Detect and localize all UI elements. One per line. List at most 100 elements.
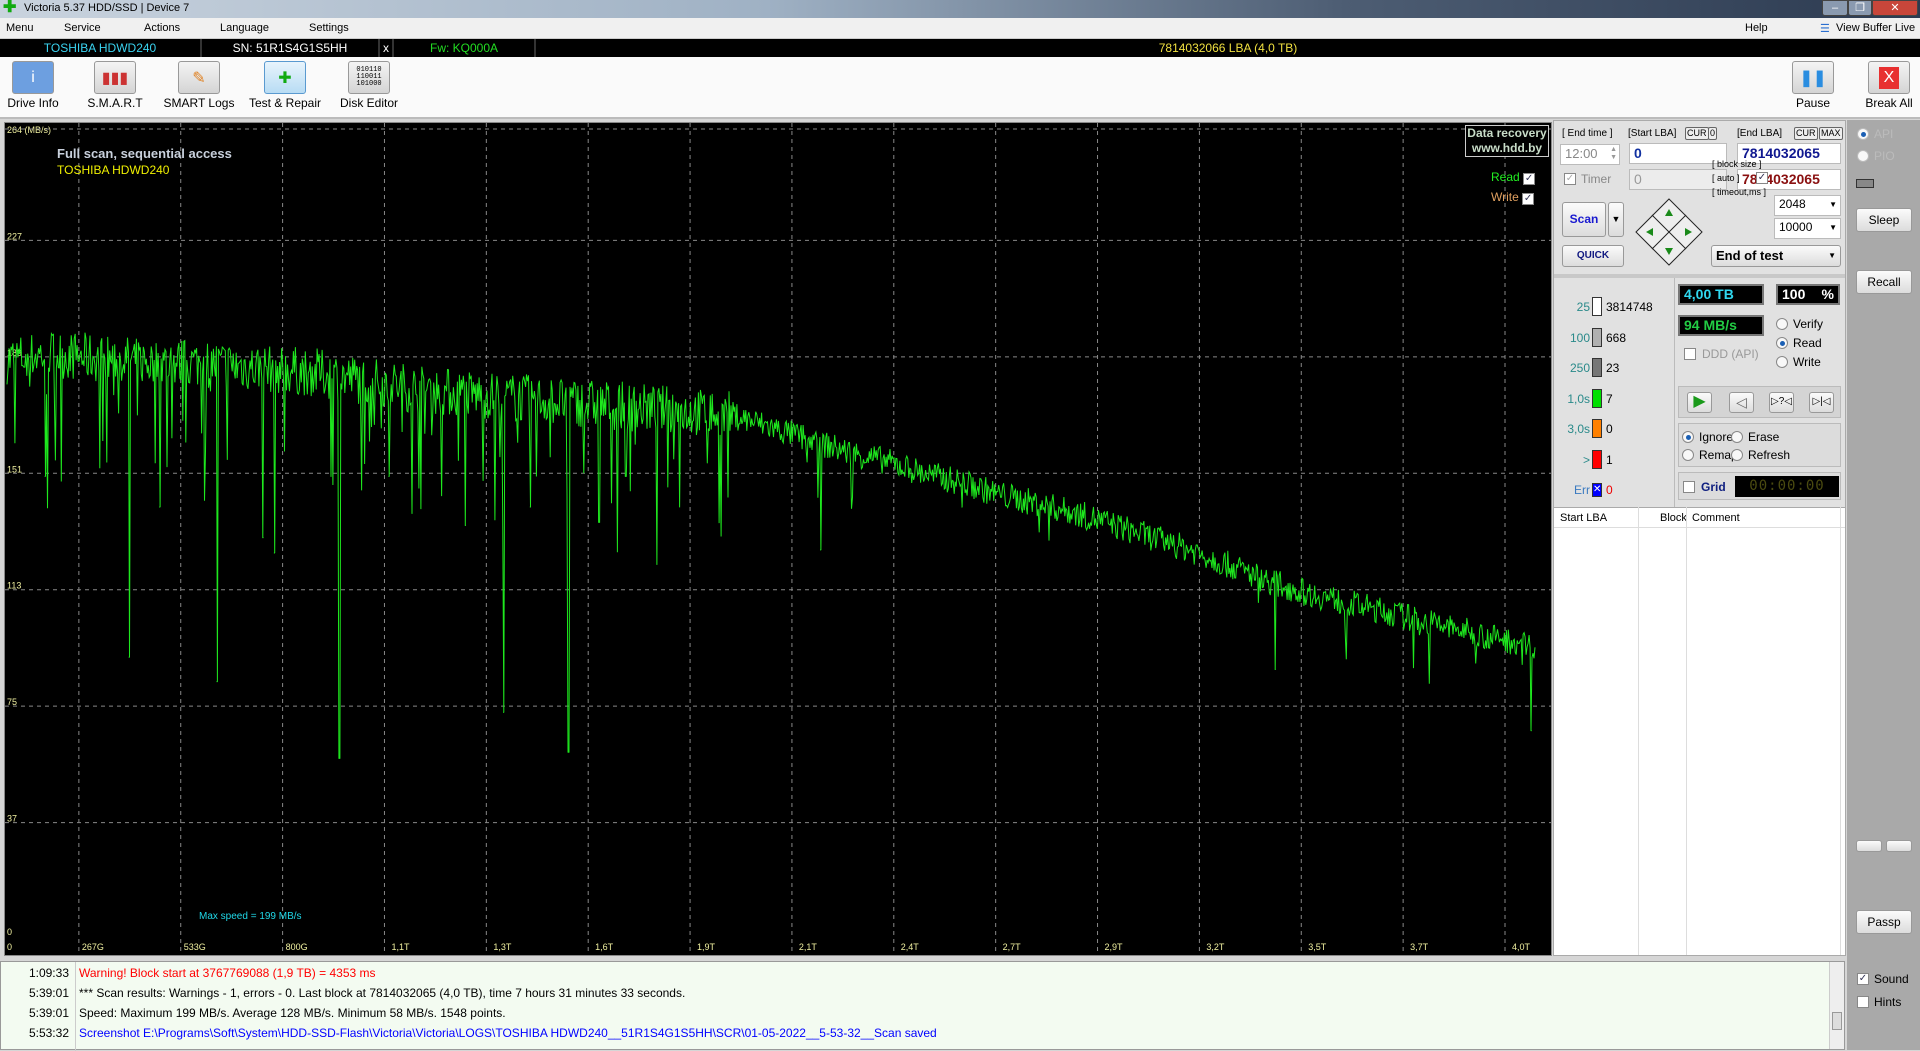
radio-icon <box>1731 449 1743 461</box>
end-time-input[interactable]: 12:00 ▲ ▼ <box>1560 144 1620 165</box>
action-radio-erase[interactable]: Erase <box>1731 430 1779 444</box>
y-tick-label: 151 <box>7 464 22 474</box>
column-comment[interactable]: Comment <box>1692 512 1740 524</box>
y-tick-label: 227 <box>7 231 22 241</box>
stat-row: 25 3814748 <box>1558 297 1668 317</box>
action-radio-remap[interactable]: Remap <box>1682 448 1738 462</box>
radio-icon <box>1857 128 1869 140</box>
timeout-select[interactable]: 10000 ▼ <box>1774 218 1841 239</box>
action-radio-ignore[interactable]: Ignore <box>1682 430 1733 444</box>
close-drive-button[interactable]: x <box>380 39 394 57</box>
sound-checkbox[interactable]: ✓ Sound <box>1857 972 1909 986</box>
test-tubes-icon: ▮▮▮ <box>94 61 136 94</box>
stat-threshold: 100 <box>1569 330 1590 345</box>
small-button-2[interactable] <box>1886 840 1912 852</box>
block-size-select[interactable]: 2048 ▼ <box>1774 195 1841 216</box>
maximize-button[interactable]: ❐ <box>1848 0 1872 16</box>
menu-item-actions[interactable]: Actions <box>144 22 180 34</box>
column-block[interactable]: Block <box>1660 512 1687 524</box>
mode-radio-verify[interactable]: Verify <box>1776 317 1823 331</box>
api-radio[interactable]: API <box>1857 127 1893 141</box>
column-divider <box>1686 507 1687 955</box>
end-lba-cur-button[interactable]: CUR <box>1794 127 1818 140</box>
start-lba-cur-button[interactable]: CUR <box>1685 127 1709 140</box>
divider <box>1674 278 1675 508</box>
scan-button[interactable]: Scan <box>1562 202 1606 237</box>
drive-info-button[interactable]: i Drive Info <box>4 61 62 110</box>
sleep-button[interactable]: Sleep <box>1856 208 1912 232</box>
stat-threshold: Err <box>1574 483 1590 497</box>
end-lba-max-button[interactable]: MAX <box>1819 127 1843 140</box>
break-all-button[interactable]: X Break All <box>1860 61 1918 110</box>
test-repair-button[interactable]: ✚ Test & Repair <box>246 61 324 110</box>
drive-info-bar: TOSHIBA HDWD240 SN: 51R1S4G1S5HH x Fw: K… <box>0 39 1920 57</box>
skip-end-button[interactable]: ▷|◁ <box>1809 392 1834 413</box>
mode-radio-write[interactable]: Write <box>1776 355 1821 369</box>
folder-pen-icon: ✎ <box>178 61 220 94</box>
radio-icon <box>1776 337 1788 349</box>
stat-row: 100 668 <box>1558 327 1668 348</box>
pio-radio[interactable]: PIO <box>1857 149 1895 163</box>
auto-checkbox[interactable]: ✓ <box>1756 172 1768 184</box>
y-tick-label: 264 (MB/s) <box>7 125 51 135</box>
passp-button[interactable]: Passp <box>1856 910 1912 934</box>
log-entry: 5:53:32 Screenshot E:\Programs\Soft\Syste… <box>1 1023 1831 1043</box>
ddd-api-checkbox[interactable]: DDD (API) <box>1684 347 1759 361</box>
mode-label: Write <box>1793 355 1821 369</box>
disk-editor-label: Disk Editor <box>339 96 398 110</box>
butterfly-button[interactable]: ▷?◁ <box>1769 392 1794 413</box>
menu-item-menu[interactable]: Menu <box>6 22 34 34</box>
smart-logs-button[interactable]: ✎ SMART Logs <box>160 61 238 110</box>
log-scrollbar[interactable] <box>1829 962 1844 1049</box>
scrollbar-thumb[interactable] <box>1832 1012 1842 1030</box>
timer-label: Timer <box>1581 172 1612 186</box>
table-header: Start LBA Block Comment <box>1554 507 1845 955</box>
radio-icon <box>1682 449 1694 461</box>
chevron-down-icon: ▼ <box>1829 200 1837 209</box>
end-action-select[interactable]: End of test ▼ <box>1711 245 1841 267</box>
stat-color-swatch <box>1592 388 1602 408</box>
stat-threshold: > <box>1582 452 1590 467</box>
spin-arrows-icon[interactable]: ▲ ▼ <box>1610 146 1617 162</box>
stat-threshold: 25 <box>1576 300 1590 314</box>
block-size-label: [ block size ] <box>1712 159 1762 169</box>
hints-checkbox[interactable]: Hints <box>1857 995 1901 1009</box>
mode-label: Read <box>1793 336 1822 350</box>
menu-item-settings[interactable]: Settings <box>309 22 349 34</box>
timer-checkbox[interactable]: ✓ Timer <box>1564 172 1611 186</box>
legend-read-checkbox[interactable]: ✓ <box>1523 173 1536 185</box>
play-button[interactable]: ▶ <box>1687 392 1712 413</box>
legend-read[interactable]: Read ✓ <box>1491 170 1536 185</box>
data-recovery-watermark[interactable]: Data recovery www.hdd.by <box>1465 125 1549 157</box>
smart-button[interactable]: ▮▮▮ S.M.A.R.T <box>82 61 148 110</box>
recall-button[interactable]: Recall <box>1856 270 1912 294</box>
legend-write[interactable]: Write ✓ <box>1491 190 1535 205</box>
small-button-1[interactable] <box>1856 840 1882 852</box>
close-button[interactable]: ✕ <box>1872 0 1918 16</box>
chart-subtitle: TOSHIBA HDWD240 <box>57 163 170 177</box>
legend-write-checkbox[interactable]: ✓ <box>1522 193 1535 205</box>
view-buffer-live-button[interactable]: View Buffer Live <box>1836 22 1915 34</box>
x-tick-label: 0 <box>7 942 12 952</box>
menu-item-help[interactable]: Help <box>1745 22 1768 34</box>
mode-radio-read[interactable]: Read <box>1776 336 1822 350</box>
break-all-label: Break All <box>1865 96 1913 110</box>
minimize-button[interactable]: – <box>1822 0 1848 16</box>
quick-button[interactable]: QUICK <box>1562 245 1624 267</box>
action-radio-refresh[interactable]: Refresh <box>1731 448 1790 462</box>
menu-item-service[interactable]: Service <box>64 22 101 34</box>
read-speed-line <box>6 331 1536 759</box>
x-tick-label: 800G <box>286 942 308 952</box>
grid-checkbox[interactable]: Grid <box>1683 480 1726 494</box>
disk-editor-button[interactable]: 010110 110011 101000 Disk Editor <box>336 61 402 110</box>
stat-threshold: 250 <box>1569 361 1590 375</box>
stop-icon: X <box>1868 61 1910 94</box>
rewind-button[interactable]: ◁ <box>1729 392 1754 413</box>
scan-dropdown-button[interactable]: ▼ <box>1608 202 1624 237</box>
pause-button[interactable]: ❚❚ Pause <box>1784 61 1842 110</box>
direction-pad[interactable] <box>1634 197 1704 267</box>
column-start-lba[interactable]: Start LBA <box>1560 512 1607 524</box>
grid-check-icon <box>1683 481 1695 493</box>
start-lba-zero-button[interactable]: 0 <box>1708 127 1718 140</box>
menu-item-language[interactable]: Language <box>220 22 269 34</box>
